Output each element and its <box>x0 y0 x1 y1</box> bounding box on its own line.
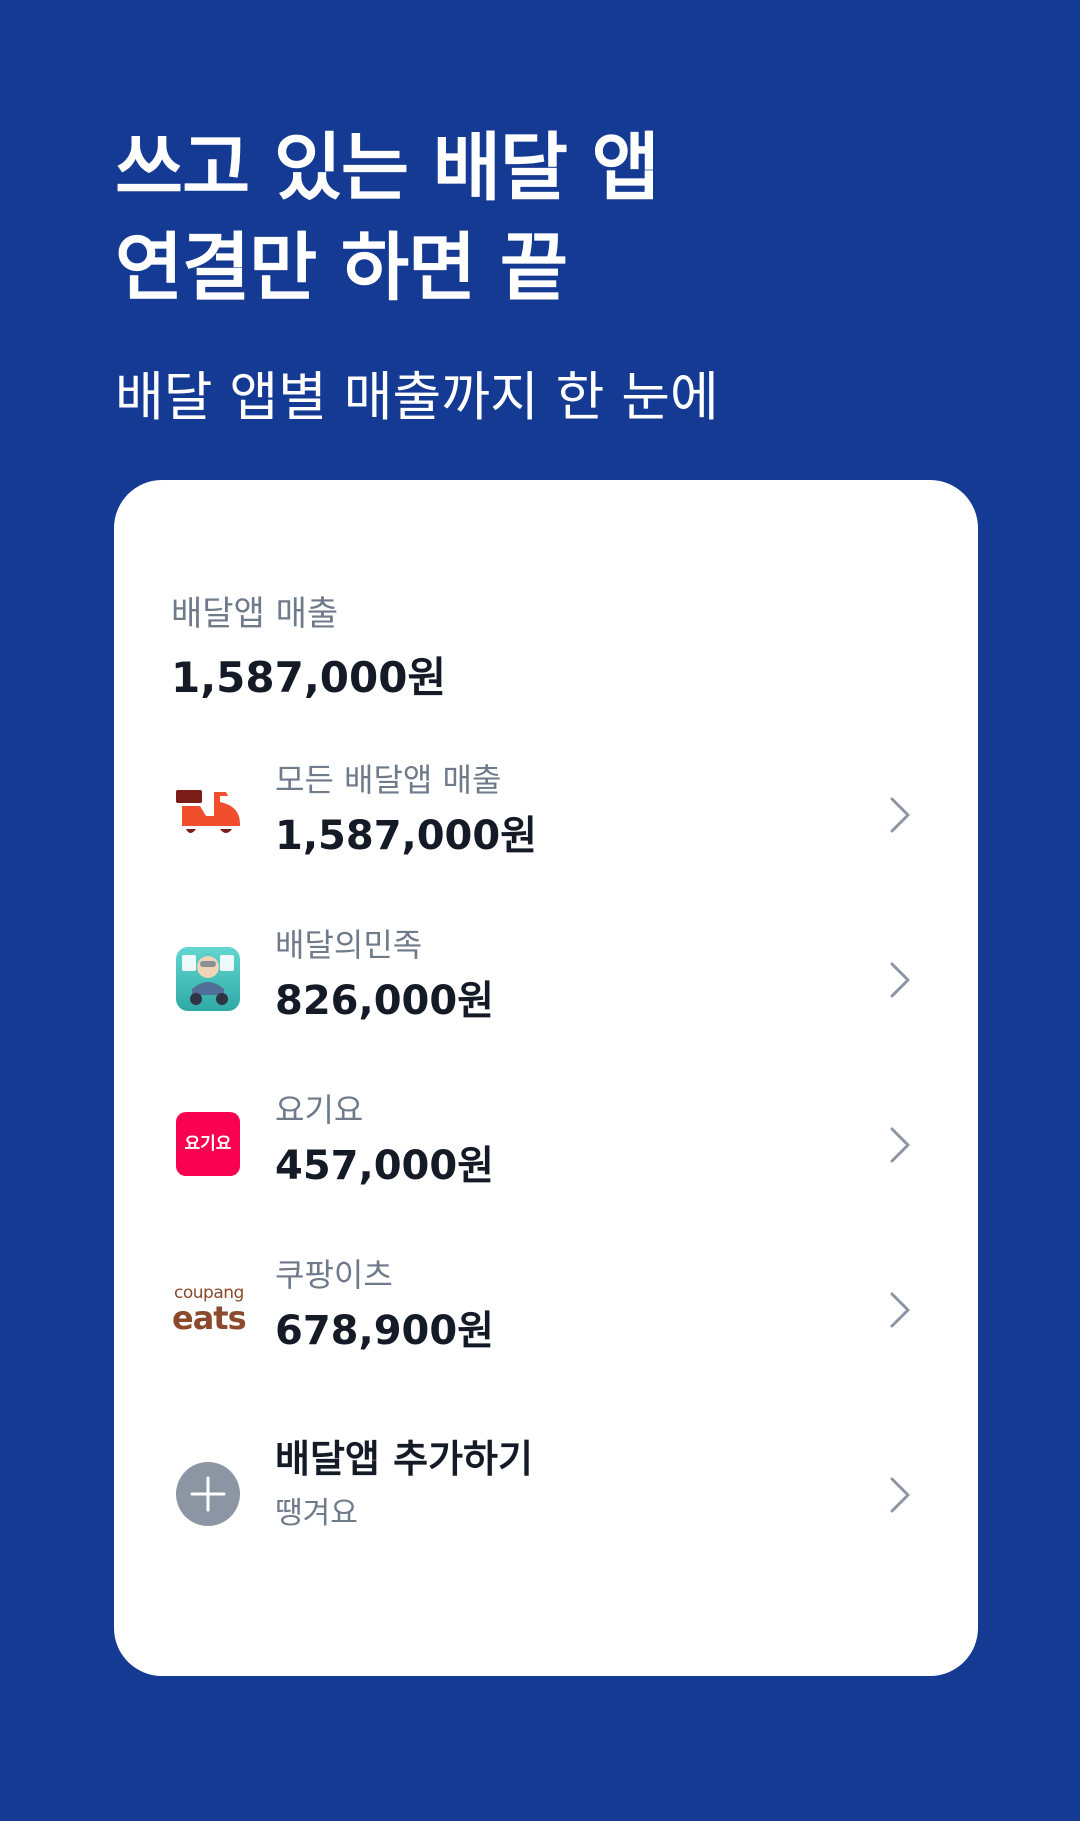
headline: 쓰고 있는 배달 앱 연결만 하면 끝 <box>115 118 660 318</box>
summary-label: 배달앱 매출 <box>171 594 339 634</box>
sales-card: 배달앱 매출 1,587,000원 모든 배달앱 매출 1,587,000원 배… <box>114 480 978 1676</box>
add-app-row[interactable]: 배달앱 추가하기 땡겨요 <box>114 1430 978 1560</box>
app-label: 요기요 <box>275 1091 364 1129</box>
scooter-icon <box>176 790 240 833</box>
chevron-right-icon <box>890 797 910 833</box>
chevron-right-icon <box>890 962 910 998</box>
app-label: 모든 배달앱 매출 <box>275 761 502 799</box>
headline-line-2: 연결만 하면 끝 <box>115 225 568 311</box>
summary-value: 1,587,000원 <box>171 653 447 702</box>
eats-logo-text: eats <box>172 1299 247 1337</box>
add-app-title: 배달앱 추가하기 <box>275 1437 533 1481</box>
app-amount: 678,900원 <box>275 1308 494 1354</box>
app-row-all[interactable]: 모든 배달앱 매출 1,587,000원 <box>114 750 978 880</box>
chevron-right-icon <box>890 1477 910 1513</box>
baemin-logo-icon <box>176 947 240 1011</box>
plus-icon <box>176 1462 240 1526</box>
app-row-baemin[interactable]: 배달의민족 826,000원 <box>114 915 978 1045</box>
add-app-subtitle: 땡겨요 <box>275 1496 358 1531</box>
coupang-eats-logo-icon: coupang eats <box>172 1277 248 1341</box>
app-label: 배달의민족 <box>275 926 423 964</box>
app-label: 쿠팡이츠 <box>275 1256 393 1294</box>
headline-line-1: 쓰고 있는 배달 앱 <box>115 125 660 211</box>
yogiyo-logo-text: 요기요 <box>184 1134 232 1154</box>
app-row-yogiyo[interactable]: 요기요 요기요 457,000원 <box>114 1080 978 1210</box>
app-row-coupang-eats[interactable]: coupang eats 쿠팡이츠 678,900원 <box>114 1245 978 1375</box>
subheadline: 배달 앱별 매출까지 한 눈에 <box>115 367 719 428</box>
chevron-right-icon <box>890 1292 910 1328</box>
chevron-right-icon <box>890 1127 910 1163</box>
app-amount: 826,000원 <box>275 978 494 1024</box>
app-amount: 1,587,000원 <box>275 813 538 859</box>
app-amount: 457,000원 <box>275 1143 494 1189</box>
yogiyo-logo-icon: 요기요 <box>176 1112 240 1176</box>
